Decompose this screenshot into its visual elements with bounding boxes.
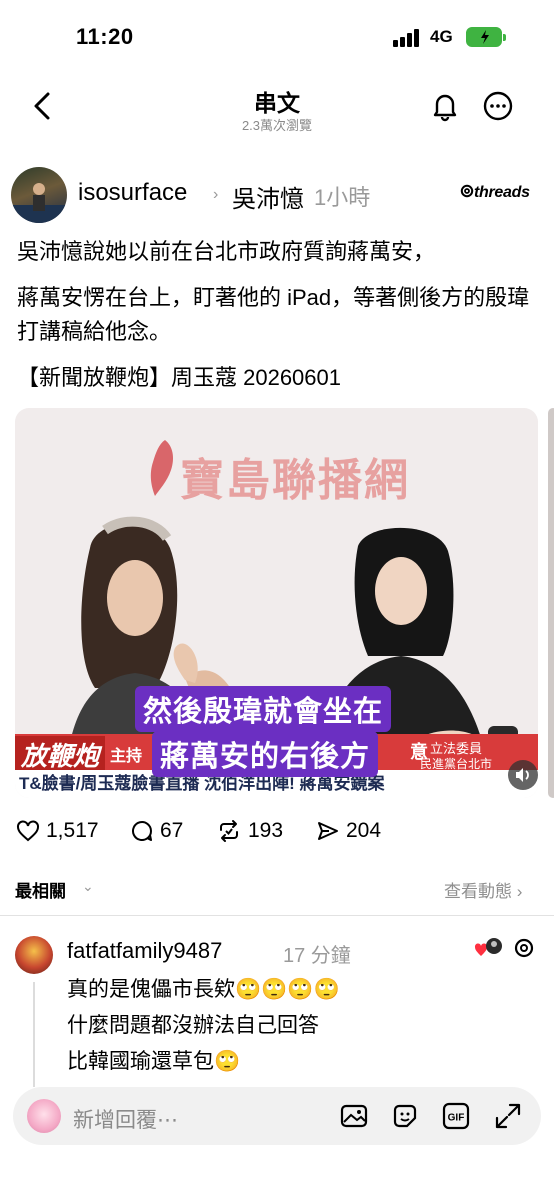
post-mention[interactable]: 吳沛憶 bbox=[232, 179, 304, 214]
threads-logo: threads bbox=[460, 184, 530, 202]
post-header: isosurface › 吳沛憶 1小時 threads bbox=[0, 165, 554, 225]
post-time: 1小時 bbox=[314, 185, 371, 210]
signal-icon bbox=[393, 29, 423, 47]
speaker-icon[interactable] bbox=[508, 760, 538, 790]
taiwan-map-icon bbox=[150, 440, 173, 496]
svg-text:GIF: GIF bbox=[448, 1113, 465, 1124]
reply-line: 什麼問題都沒辦法自己回答 bbox=[67, 1014, 319, 1037]
reply-line: 真的是傀儡市長欸🙄🙄🙄🙄 bbox=[67, 978, 340, 1001]
threads-logo-text: threads bbox=[474, 184, 530, 201]
avatar[interactable] bbox=[11, 167, 67, 223]
network-type: 4G bbox=[430, 27, 453, 46]
reply-line: 比韓國瑜還草包🙄 bbox=[67, 1050, 241, 1073]
view-activity-label: 查看動態 bbox=[444, 882, 512, 901]
reply-compose-bar[interactable]: 新增回覆⋯ GIF bbox=[13, 1087, 541, 1145]
repost-icon bbox=[220, 820, 238, 842]
share-count: 204 bbox=[346, 819, 382, 842]
post-paragraph: 蔣萬安愣在台上，盯著他的 iPad，等著側後方的殷瑋打講稿給他念。 bbox=[17, 285, 530, 344]
status-time: 11:20 bbox=[76, 24, 134, 49]
sort-dropdown[interactable]: 最相關 bbox=[15, 877, 66, 902]
view-activity-link[interactable]: 查看動態 › bbox=[444, 877, 522, 902]
reply-input[interactable]: 新增回覆⋯ bbox=[73, 1104, 178, 1134]
divider bbox=[0, 915, 554, 916]
sticker-icon[interactable] bbox=[390, 1101, 420, 1131]
host-label: 主持 bbox=[110, 748, 143, 765]
post-actions: 1,517 67 193 204 bbox=[0, 815, 554, 847]
show-name: 放鞭炮 bbox=[15, 736, 106, 773]
image-icon[interactable] bbox=[339, 1101, 369, 1131]
like-count: 1,517 bbox=[46, 819, 99, 842]
view-count: 2.3萬次瀏覽 bbox=[241, 118, 313, 133]
next-media-peek[interactable] bbox=[548, 408, 554, 798]
heart-icon bbox=[17, 820, 39, 842]
reply-sort-row: 最相關 ⌄ 查看動態 › bbox=[0, 875, 554, 905]
comment-icon bbox=[132, 821, 152, 842]
expand-icon[interactable] bbox=[493, 1101, 523, 1131]
thread-header: 串文 2.3萬次瀏覽 bbox=[0, 70, 554, 150]
subtitle-line-2: 蔣萬安的右後方 bbox=[152, 731, 379, 777]
bell-icon[interactable] bbox=[430, 90, 460, 122]
post-paragraph: 吳沛憶說她以前在台北市政府質詢蔣萬安， bbox=[17, 239, 436, 264]
post-username[interactable]: isosurface bbox=[78, 179, 187, 207]
reply-time: 17 分鐘 bbox=[283, 945, 351, 967]
comment-button[interactable]: 67 bbox=[130, 815, 183, 847]
chevron-right-icon: › bbox=[213, 186, 219, 203]
comment-count: 67 bbox=[160, 819, 184, 842]
repost-button[interactable]: 193 bbox=[216, 815, 283, 847]
like-button[interactable]: 1,517 bbox=[16, 815, 99, 847]
thread-line bbox=[33, 982, 35, 1087]
avatar[interactable] bbox=[15, 936, 53, 974]
repost-count: 193 bbox=[248, 819, 284, 842]
video-player[interactable]: 寶島聯播網 放鞭炮 主持 立法委員 民進黨台北市 T&臉書/周玉蔻臉書直播 沈伯… bbox=[15, 408, 538, 798]
chevron-down-icon[interactable]: ⌄ bbox=[82, 878, 94, 895]
share-button[interactable]: 204 bbox=[316, 815, 381, 847]
send-icon bbox=[318, 822, 338, 840]
reply-reactions[interactable] bbox=[474, 934, 544, 967]
page-title: 串文 bbox=[254, 90, 300, 116]
gif-icon[interactable]: GIF bbox=[441, 1101, 471, 1131]
subtitle-line-1: 然後殷瑋就會坐在 bbox=[135, 686, 392, 732]
avatar bbox=[27, 1099, 61, 1133]
post-body: 吳沛憶說她以前在台北市政府質詢蔣萬安， 蔣萬安愣在台上，盯著他的 iPad，等著… bbox=[17, 235, 542, 407]
post-paragraph: 【新聞放鞭炮】周玉蔻 20260601 bbox=[17, 365, 341, 390]
more-icon[interactable] bbox=[482, 90, 514, 122]
reply-body: 真的是傀儡市長欸🙄🙄🙄🙄 什麼問題都沒辦法自己回答 比韓國瑜還草包🙄 bbox=[67, 972, 340, 1080]
caption-tail: 意 bbox=[410, 742, 428, 762]
battery-icon bbox=[466, 27, 506, 47]
status-bar: 11:20 4G bbox=[0, 0, 554, 70]
reply-username[interactable]: fatfatfamily9487 bbox=[67, 938, 222, 964]
station-name: 寶島聯播網 bbox=[180, 456, 410, 505]
reply-item: fatfatfamily9487 17 分鐘 真的是傀儡市長欸🙄🙄🙄🙄 什麼問題… bbox=[0, 930, 554, 1090]
